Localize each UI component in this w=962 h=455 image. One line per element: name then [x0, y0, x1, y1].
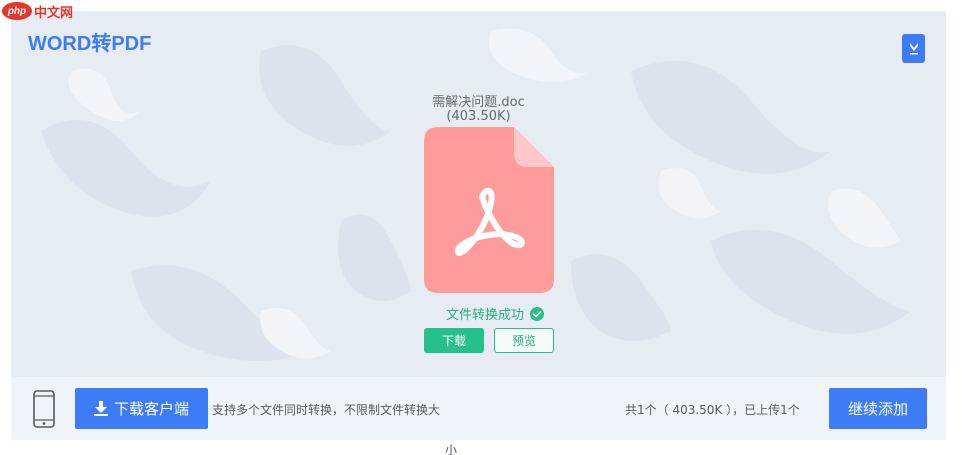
continue-add-button[interactable]: 继续添加	[829, 388, 927, 429]
download-arrow-icon	[93, 401, 108, 416]
watermark-site: 中文网	[34, 5, 74, 21]
feature-description-wrap: 小	[445, 443, 458, 455]
feature-description: 支持多个文件同时转换，不限制文件转换大	[212, 403, 441, 417]
download-client-button[interactable]: 下载客户端	[75, 388, 208, 429]
upload-summary: 共1个（ 403.50K ），已上传1个	[625, 403, 800, 417]
pdf-file-icon	[424, 127, 554, 293]
bottom-toolbar: 下载客户端 支持多个文件同时转换，不限制文件转换大 共1个（ 403.50K ）…	[11, 377, 946, 440]
site-watermark: php 中文网	[0, 0, 73, 22]
conversion-status: 文件转换成功	[446, 304, 545, 323]
check-circle-icon	[530, 306, 545, 321]
preview-button[interactable]: 预览	[494, 328, 554, 353]
conversion-panel: WORD转PDF 需解决问题.doc (403.50K) 文件转换成功 下载 预…	[11, 11, 946, 377]
status-text: 文件转换成功	[446, 308, 525, 323]
corner-download-icon	[909, 42, 918, 54]
file-name: 需解决问题.doc	[432, 95, 525, 110]
download-client-label: 下载客户端	[113, 400, 189, 418]
watermark-badge: php	[2, 2, 32, 20]
phone-icon	[33, 390, 55, 428]
corner-download-button[interactable]	[902, 34, 925, 63]
download-button[interactable]: 下载	[424, 328, 484, 353]
file-size: (403.50K)	[446, 109, 511, 124]
page-title: WORD转PDF	[28, 33, 152, 55]
